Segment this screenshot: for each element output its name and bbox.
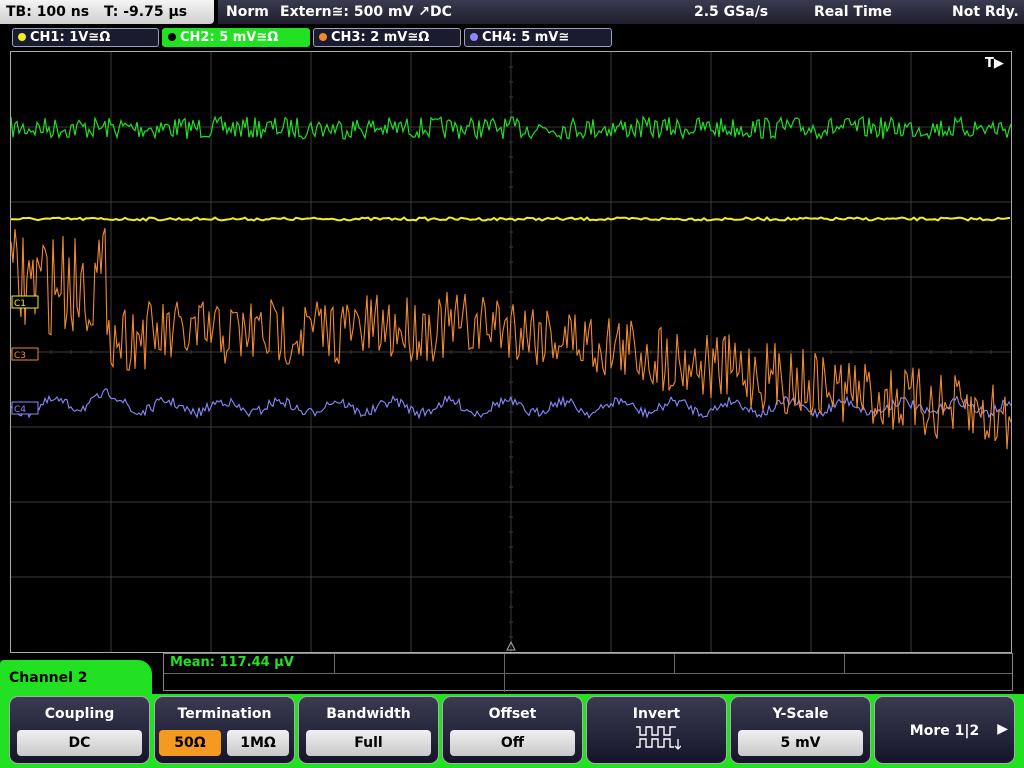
bandwidth-softkey[interactable]: Bandwidth Full [298, 696, 439, 764]
coupling-softkey[interactable]: Coupling DC [9, 696, 150, 764]
trigger-mode: Norm [226, 4, 269, 20]
tab-ch3-label: CH3: 2 mV≅Ω [331, 30, 430, 45]
sample-rate: 2.5 GSa/s [694, 4, 769, 20]
ch4-marker-label: C4 [14, 405, 26, 415]
tab-ch2-label: CH2: 5 mV≅Ω [180, 30, 279, 45]
ch4-marker[interactable]: C4 [11, 401, 39, 415]
timebase-box[interactable]: TB: 100 ns T: -9.75 µs [0, 0, 214, 24]
ch1-marker[interactable]: C1 [11, 295, 39, 309]
coupling-value[interactable]: DC [17, 730, 142, 756]
run-state: Not Rdy. [952, 4, 1019, 20]
tab-ch2[interactable]: CH2: 5 mV≅Ω [162, 28, 310, 47]
ch4-dot-icon [470, 33, 478, 41]
ch2-dot-icon [168, 33, 176, 41]
ch1-marker-label: C1 [14, 299, 26, 309]
invert-waveform-icon [636, 726, 681, 750]
invert-label: Invert [632, 706, 681, 722]
trigger-time-value: T: -9.75 µs [103, 4, 188, 20]
tab-ch4[interactable]: CH4: 5 mV≅ [464, 28, 612, 47]
termination-50-ohm-option[interactable]: 50Ω [159, 730, 221, 756]
softkey-bar: Coupling DC Termination 50Ω 1MΩ Bandwidt… [0, 694, 1024, 768]
offset-softkey[interactable]: Offset Off [442, 696, 583, 764]
ch3-marker-label: C3 [14, 351, 26, 361]
mean-measurement: Mean: 117.44 µV [170, 655, 294, 670]
ch1-dot-icon [18, 33, 26, 41]
meas-row-divider [164, 673, 1012, 674]
trigger-marker-icon[interactable]: T▶ [985, 56, 1004, 71]
offset-label: Offset [488, 706, 537, 722]
measurement-strip: Mean: 117.44 µV [163, 653, 1013, 692]
tab-ch1-label: CH1: 1V≅Ω [30, 30, 111, 45]
meas-divider [334, 654, 335, 673]
waveform-canvas[interactable]: C1 C3 C4 T▶ [11, 52, 1011, 652]
trigger-source: Extern≅: 500 mV ↗DC [280, 4, 452, 20]
yscale-softkey[interactable]: Y-Scale 5 mV [730, 696, 871, 764]
channel-tabs: CH1: 1V≅Ω CH2: 5 mV≅Ω CH3: 2 mV≅Ω CH4: 5… [0, 27, 1024, 48]
status-bar: TB: 100 ns T: -9.75 µs Norm Extern≅: 500… [0, 0, 1024, 26]
bandwidth-label: Bandwidth [326, 706, 411, 722]
ch3-dot-icon [319, 33, 327, 41]
timebase-value: TB: 100 ns [6, 4, 90, 20]
termination-label: Termination [177, 706, 272, 722]
invert-softkey[interactable]: Invert [586, 696, 727, 764]
yscale-label: Y-Scale [772, 706, 829, 722]
tab-ch4-label: CH4: 5 mV≅ [482, 30, 570, 45]
meas-divider [844, 654, 845, 673]
coupling-label: Coupling [44, 706, 115, 722]
ch3-marker[interactable]: C3 [11, 347, 39, 361]
chevron-right-icon: ▶ [997, 721, 1008, 737]
trigger-bar[interactable]: Norm Extern≅: 500 mV ↗DC 2.5 GSa/s Real … [218, 0, 1024, 24]
graticule [11, 52, 1011, 652]
meas-divider [674, 654, 675, 673]
offset-value[interactable]: Off [450, 730, 575, 756]
more-softkey[interactable]: More 1|2 ▶ [874, 696, 1015, 764]
tab-ch3[interactable]: CH3: 2 mV≅Ω [313, 28, 461, 47]
tab-ch1[interactable]: CH1: 1V≅Ω [12, 28, 159, 47]
bandwidth-value[interactable]: Full [306, 730, 431, 756]
termination-softkey[interactable]: Termination 50Ω 1MΩ [154, 696, 295, 764]
termination-1m-ohm-option[interactable]: 1MΩ [227, 730, 289, 756]
yscale-value[interactable]: 5 mV [738, 730, 863, 756]
more-label: More 1|2 [909, 723, 980, 739]
waveform-display[interactable]: C1 C3 C4 T▶ [10, 51, 1012, 653]
acquisition-mode: Real Time [814, 4, 892, 20]
